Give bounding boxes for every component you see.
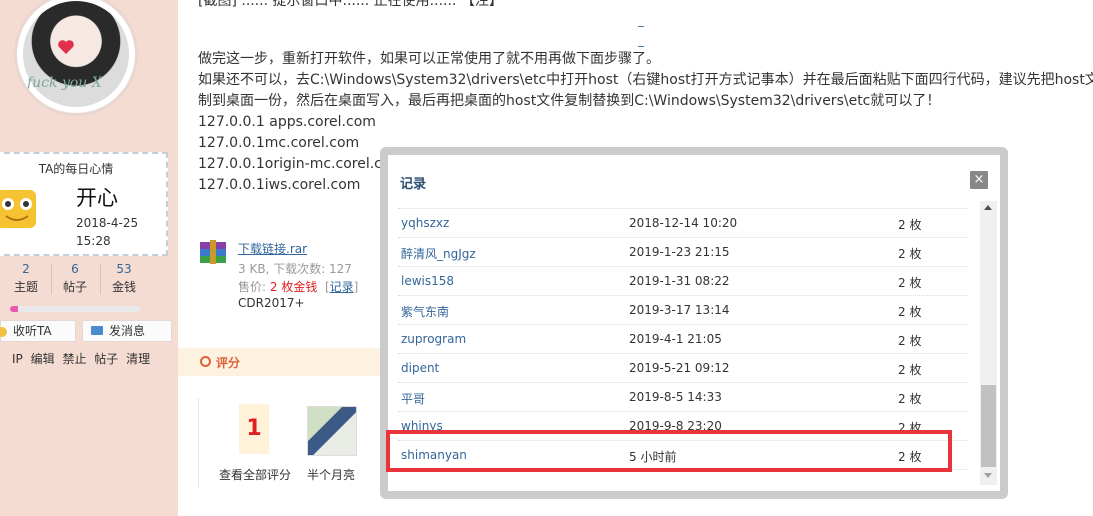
record-user[interactable]: 醉清风_ngJgz: [401, 245, 476, 262]
post-line: 127.0.0.1 apps.corel.com: [198, 114, 376, 130]
record-amount: 2 枚: [898, 247, 922, 261]
stat-money[interactable]: 53 金钱: [102, 262, 146, 295]
admin-links: IP 编辑 禁止 帖子 清理: [12, 350, 154, 367]
record-amount: 2 枚: [898, 363, 922, 377]
heart-icon: [58, 40, 74, 54]
divider: [51, 264, 52, 294]
attachment-link[interactable]: 下载链接.rar: [238, 240, 307, 257]
rating-area: 1 查看全部评分 半个月亮: [198, 398, 388, 488]
record-time: 2019-1-23 21:15: [629, 245, 730, 259]
follow-icon: [0, 327, 7, 337]
record-row: dipent 2019-5-21 09:12 2 枚: [398, 354, 968, 383]
mark: _: [638, 13, 644, 27]
stat-value: 2: [22, 262, 30, 276]
record-row: lewis158 2019-1-31 08:22 2 枚: [398, 267, 968, 296]
mark: _: [638, 33, 644, 47]
mood-time: 15:28: [76, 234, 111, 248]
rating-header: 评分: [178, 348, 388, 376]
record-row: zuprogram 2019-4-1 21:05 2 枚: [398, 325, 968, 354]
send-message-button[interactable]: 发消息: [82, 320, 172, 342]
record-user[interactable]: yqhszxz: [401, 216, 449, 230]
purchase-record-link[interactable]: 记录: [330, 280, 354, 294]
scroll-down-arrow-icon[interactable]: [984, 473, 992, 478]
scroll-up-arrow-icon[interactable]: [984, 205, 992, 210]
record-user[interactable]: lewis158: [401, 274, 454, 288]
envelope-icon: [91, 326, 103, 335]
post-text-cut-off: [截图] ...... 提示窗口中...... 正在使用...... 【注】: [198, 0, 503, 9]
mood-title: TA的每日心情: [38, 162, 114, 176]
record-amount: 2 枚: [898, 334, 922, 348]
stat-posts[interactable]: 6 帖子: [53, 262, 97, 295]
attachment-price: 售价: 2 枚金钱 [记录]: [238, 280, 359, 294]
mood-face-icon: [0, 190, 36, 228]
stat-label: 帖子: [62, 280, 87, 294]
post-line: 做完这一步，重新打开软件，如果可以正常使用了就不用再做下面步骤了。: [198, 51, 660, 67]
admin-link-edit[interactable]: 编辑: [31, 352, 55, 366]
post-line: 制到桌面一份，然后在桌面写入，最后再把桌面的host文件复制替换到C:\Wind…: [198, 93, 941, 109]
close-icon[interactable]: ×: [970, 171, 988, 189]
record-time: 2019-3-17 13:14: [629, 303, 730, 317]
send-message-label: 发消息: [109, 324, 146, 338]
rating-label[interactable]: 评分: [216, 354, 240, 371]
divider: [100, 264, 101, 294]
admin-link-posts[interactable]: 帖子: [94, 352, 118, 366]
mood-date: 2018-4-25: [76, 216, 139, 230]
record-user[interactable]: zuprogram: [401, 332, 466, 346]
follow-button[interactable]: 收听TA: [0, 320, 76, 342]
stat-label: 金钱: [111, 280, 136, 294]
follow-label: 收听TA: [13, 324, 52, 338]
admin-link-ip[interactable]: IP: [12, 352, 23, 366]
mood-value: 开心: [76, 186, 118, 210]
record-time: 2019-5-21 09:12: [629, 361, 730, 375]
user-stats: 2 主题 6 帖子 53 金钱: [0, 262, 172, 298]
record-user[interactable]: 平哥: [401, 390, 425, 407]
record-amount: 2 枚: [898, 218, 922, 232]
stat-label: 主题: [13, 280, 38, 294]
rating-count: 1: [239, 404, 269, 454]
record-time: 2019-4-1 21:05: [629, 332, 722, 346]
view-all-ratings-link[interactable]: 查看全部评分: [219, 466, 291, 483]
author-sidebar: fuck you X TA的每日心情 开心 2018-4-25 15:28 2 …: [0, 0, 178, 516]
scrollbar-thumb[interactable]: [981, 385, 996, 467]
dialog-scrollbar[interactable]: [980, 201, 997, 485]
avatar-photo: [23, 1, 129, 107]
record-time: 2018-12-14 10:20: [629, 216, 738, 230]
price-prefix: 售价:: [238, 280, 267, 294]
dialog-title: 记录: [400, 177, 427, 192]
stat-threads[interactable]: 2 主题: [4, 262, 48, 295]
record-time: 2019-8-5 14:33: [629, 390, 722, 404]
record-user[interactable]: 紫气东南: [401, 303, 449, 320]
attachment-note: CDR2017+: [238, 296, 305, 310]
rating-circle-icon: [200, 356, 211, 367]
post-marks: _ _: [638, 10, 644, 50]
post-line: 如果还不可以，去C:\Windows\System32\drivers\etc中…: [198, 72, 1093, 88]
daily-mood: TA的每日心情 开心 2018-4-25 15:28: [0, 152, 168, 256]
record-amount: 2 枚: [898, 392, 922, 406]
record-amount: 2 枚: [898, 305, 922, 319]
avatar[interactable]: fuck you X: [14, 0, 138, 116]
highlight-box: [386, 430, 952, 472]
stat-value: 53: [116, 262, 132, 276]
level-progress-fill: [10, 306, 18, 312]
record-row: yqhszxz 2018-12-14 10:20 2 枚: [398, 209, 968, 238]
record-row: 醉清风_ngJgz 2019-1-23 21:15 2 枚: [398, 238, 968, 267]
admin-link-clean[interactable]: 清理: [126, 352, 150, 366]
avatar-caption: fuck you X: [27, 75, 102, 91]
record-row: 紫气东南 2019-3-17 13:14 2 枚: [398, 296, 968, 325]
record-row: 平哥 2019-8-5 14:33 2 枚: [398, 383, 968, 412]
stat-value: 6: [71, 262, 79, 276]
level-progress-bar: [10, 306, 140, 312]
record-time: 2019-1-31 08:22: [629, 274, 730, 288]
price-value: 2 枚金钱: [269, 280, 318, 294]
record-amount: 2 枚: [898, 276, 922, 290]
rar-archive-icon: [200, 240, 226, 264]
rater-name[interactable]: 半个月亮: [307, 466, 355, 483]
rater-avatar[interactable]: [307, 406, 357, 456]
attachment-size: 3 KB, 下载次数: 127: [238, 262, 352, 276]
admin-link-ban[interactable]: 禁止: [62, 352, 86, 366]
record-user[interactable]: dipent: [401, 361, 439, 375]
